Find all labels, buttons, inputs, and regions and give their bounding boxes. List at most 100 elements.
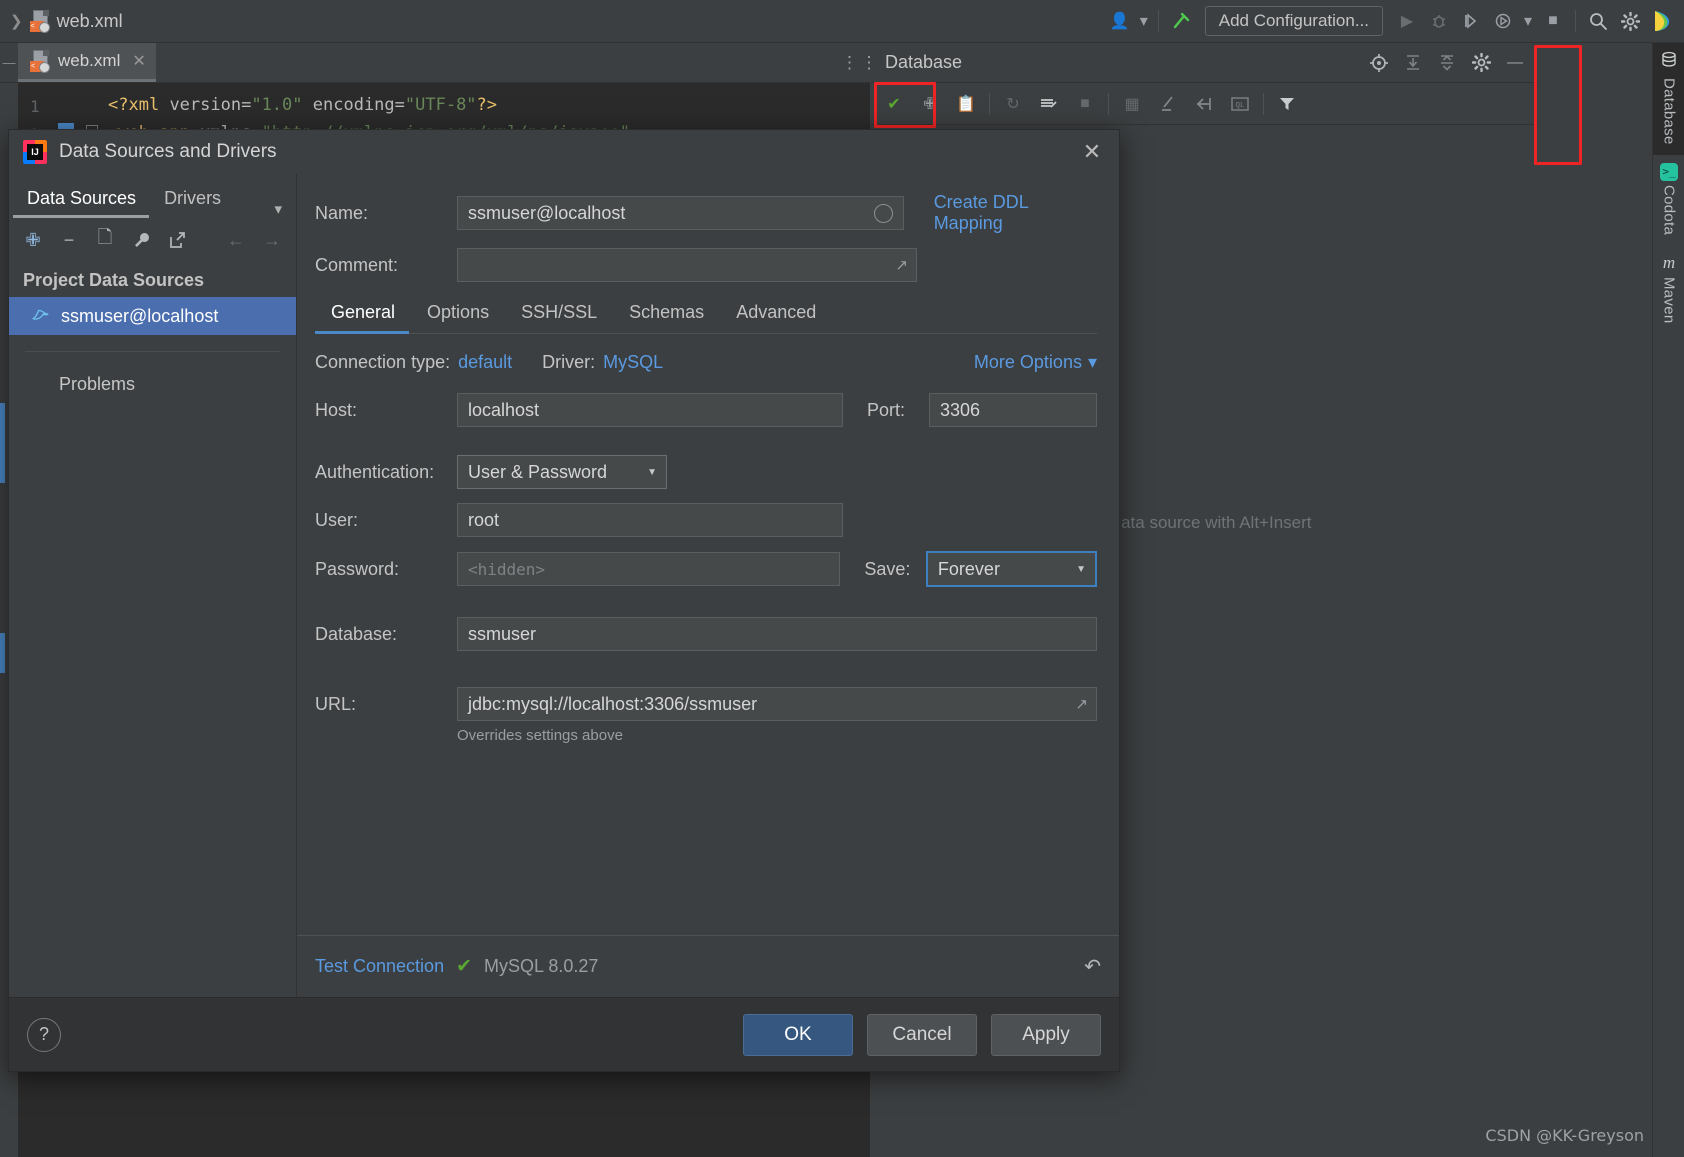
add-icon[interactable]: ✙ <box>17 224 49 256</box>
arrow-left-icon[interactable]: ← <box>220 224 252 256</box>
collapse-all-icon[interactable] <box>1430 46 1464 80</box>
mysql-dolphin-icon <box>29 304 53 329</box>
host-input[interactable]: localhost <box>457 393 843 427</box>
remove-icon[interactable]: − <box>53 224 85 256</box>
ok-button[interactable]: OK <box>743 1013 853 1056</box>
save-select[interactable]: Forever ▼ <box>925 551 1097 587</box>
sidebar-item-label: Maven <box>1660 276 1678 324</box>
editor-marker-stripe <box>0 633 5 673</box>
expand-all-icon[interactable] <box>1396 46 1430 80</box>
comment-input[interactable]: ↗ <box>457 248 917 282</box>
modify-icon[interactable] <box>1151 87 1185 121</box>
xml-file-icon: < <box>29 10 50 33</box>
highlight-database-tab <box>1534 45 1582 165</box>
close-icon[interactable]: ✕ <box>132 51 145 71</box>
xml-file-icon: < <box>30 50 50 73</box>
share-icon[interactable] <box>161 224 193 256</box>
driver-value[interactable]: MySQL <box>603 352 663 373</box>
table-icon[interactable]: ▦ <box>1115 87 1149 121</box>
filter-icon[interactable] <box>1270 87 1304 121</box>
apply-button[interactable]: Apply <box>991 1013 1101 1056</box>
hammer-icon[interactable] <box>1165 5 1197 37</box>
more-vertical-icon[interactable]: ⋮ <box>857 53 881 73</box>
duplicate-icon[interactable]: 📋 <box>949 87 983 121</box>
sidebar-item-label: ssmuser@localhost <box>61 305 219 326</box>
database-input[interactable]: ssmuser <box>457 617 1097 651</box>
sidebar-item-codota[interactable]: >_ Codota <box>1653 155 1684 245</box>
tab-advanced[interactable]: Advanced <box>720 296 832 333</box>
tab-drivers[interactable]: Drivers <box>150 178 235 218</box>
expand-editor-icon[interactable]: ↗ <box>1075 695 1088 713</box>
jump-to-icon[interactable] <box>1187 87 1221 121</box>
sidebar-item-ssmuser-localhost[interactable]: ssmuser@localhost <box>9 297 296 335</box>
authentication-label: Authentication: <box>315 461 435 482</box>
sync-icon[interactable] <box>1032 87 1066 121</box>
user-input[interactable]: root <box>457 503 843 537</box>
name-input[interactable]: ssmuser@localhost <box>457 196 904 230</box>
help-icon[interactable]: ? <box>27 1017 61 1052</box>
authentication-select[interactable]: User & Password ▼ <box>457 455 667 489</box>
run-icon[interactable]: ▶ <box>1391 5 1423 37</box>
connection-type-value[interactable]: default <box>458 352 512 373</box>
user-label: User: <box>315 509 359 530</box>
url-label: URL: <box>315 693 357 714</box>
add-icon[interactable]: ✙ <box>913 87 947 121</box>
codota-icon: >_ <box>1660 162 1678 181</box>
authentication-row: Authentication: User & Password ▼ <box>315 455 1097 489</box>
dialog-body: Data Sources Drivers ▾ ✙ − 🗋 ← → Project… <box>9 174 1119 997</box>
refresh-icon[interactable]: ↻ <box>996 87 1030 121</box>
gear-icon[interactable] <box>1614 5 1646 37</box>
duplicate-icon[interactable]: 🗋 <box>89 224 121 256</box>
intellij-idea-icon: IJ <box>23 140 47 164</box>
target-icon[interactable] <box>1362 46 1396 80</box>
create-ddl-mapping-link[interactable]: Create DDL Mapping <box>934 192 1097 234</box>
port-input[interactable]: 3306 <box>929 393 1097 427</box>
port-label: Port: <box>867 399 906 420</box>
debug-icon[interactable] <box>1423 5 1455 37</box>
close-icon[interactable]: ✕ <box>1077 139 1107 165</box>
profiler-icon[interactable] <box>1487 5 1519 37</box>
tab-general[interactable]: General <box>315 296 411 333</box>
editor-tab-web-xml[interactable]: < web.xml ✕ <box>18 43 156 82</box>
cancel-button[interactable]: Cancel <box>867 1013 977 1056</box>
sidebar-item-database[interactable]: Database <box>1653 43 1684 155</box>
arrow-right-icon[interactable]: → <box>256 224 288 256</box>
tab-schemas[interactable]: Schemas <box>613 296 720 333</box>
breadcrumb-label: web.xml <box>56 10 123 31</box>
test-connection-link[interactable]: Test Connection <box>315 956 444 977</box>
editor-tab-bar: — < web.xml ✕ ⋮ <box>0 43 870 83</box>
jetbrains-toolbox-icon[interactable] <box>1646 5 1678 37</box>
tab-data-sources[interactable]: Data Sources <box>13 178 150 218</box>
tab-options[interactable]: Options <box>411 296 505 333</box>
sidebar-problems-label[interactable]: Problems <box>9 352 296 395</box>
search-icon[interactable] <box>1582 5 1614 37</box>
tab-label: SSH/SSL <box>521 302 598 322</box>
chevron-down-icon[interactable]: ▾ <box>1136 5 1152 37</box>
expand-editor-icon[interactable]: ↗ <box>895 256 908 274</box>
hide-icon[interactable]: — <box>1498 46 1532 80</box>
user-profile-icon[interactable]: 👤 <box>1104 5 1136 37</box>
stop-icon[interactable]: ■ <box>1068 87 1102 121</box>
toolbar-divider <box>1263 92 1264 115</box>
wrench-icon[interactable] <box>125 224 157 256</box>
add-configuration-button[interactable]: Add Configuration... <box>1204 6 1383 36</box>
stop-icon[interactable]: ■ <box>1537 5 1569 37</box>
chevron-down-icon[interactable]: ▾ <box>274 200 296 218</box>
run-with-coverage-icon[interactable] <box>1455 5 1487 37</box>
code-line-1: <?xml version="1.0" encoding="UTF-8"?> <box>108 95 498 115</box>
tab-ssh-ssl[interactable]: SSH/SSL <box>505 296 613 333</box>
chevron-down-icon: ▾ <box>1087 352 1097 372</box>
success-check-icon: ✔ <box>887 95 901 113</box>
authentication-value: User & Password <box>468 461 608 482</box>
right-tool-strip: Database >_ Codota m Maven <box>1652 43 1684 1157</box>
query-console-icon[interactable]: QL <box>1223 87 1257 121</box>
url-value: jdbc:mysql://localhost:3306/ssmuser <box>468 693 758 714</box>
url-input[interactable]: jdbc:mysql://localhost:3306/ssmuser ↗ <box>457 687 1097 721</box>
editor-tab-label: web.xml <box>58 51 121 70</box>
gear-icon[interactable] <box>1464 46 1498 80</box>
more-options-button[interactable]: More Options ▾ <box>974 352 1097 373</box>
chevron-down-icon[interactable]: ▾ <box>1519 5 1537 37</box>
password-input[interactable]: <hidden> <box>457 552 841 586</box>
sidebar-item-maven[interactable]: m Maven <box>1653 245 1684 334</box>
revert-icon[interactable]: ↶ <box>1084 954 1101 979</box>
